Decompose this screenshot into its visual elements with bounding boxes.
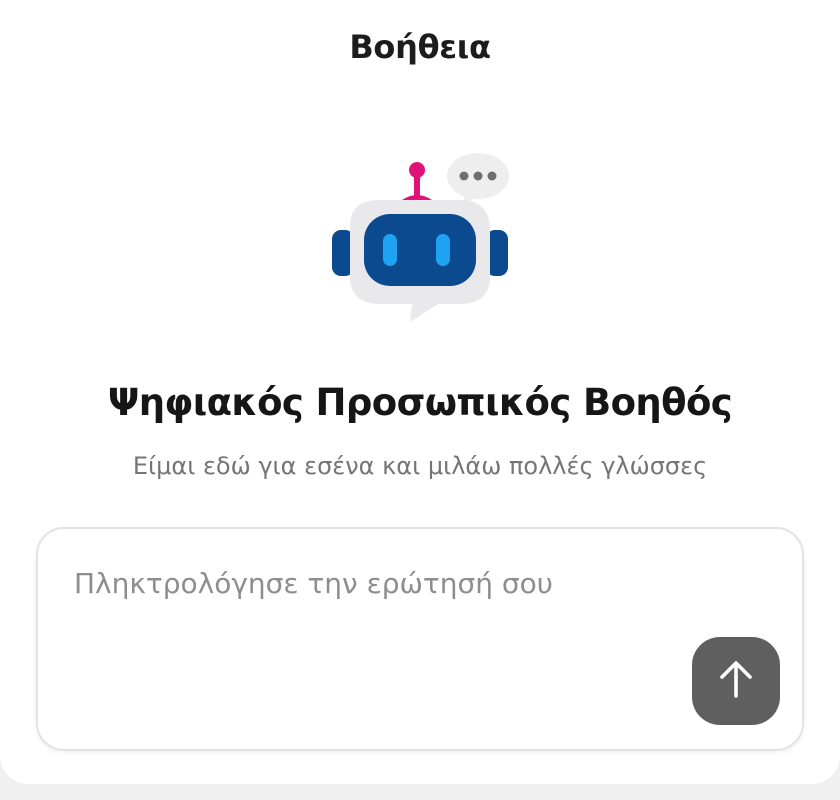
question-input[interactable] [74, 561, 714, 605]
assistant-title: Ψηφιακός Προσωπικός Βοηθός [107, 381, 733, 424]
send-button[interactable] [692, 637, 780, 725]
message-composer [36, 527, 804, 751]
robot-chat-icon [328, 148, 512, 328]
arrow-up-icon [713, 656, 759, 706]
page-title: Βοήθεια [349, 28, 491, 66]
help-panel: Βοήθεια Ψηφιακός Προσωπικός Βοηθός Είμαι… [0, 0, 840, 784]
assistant-subtitle: Είμαι εδώ για εσένα και μιλάω πολλές γλώ… [132, 452, 708, 480]
